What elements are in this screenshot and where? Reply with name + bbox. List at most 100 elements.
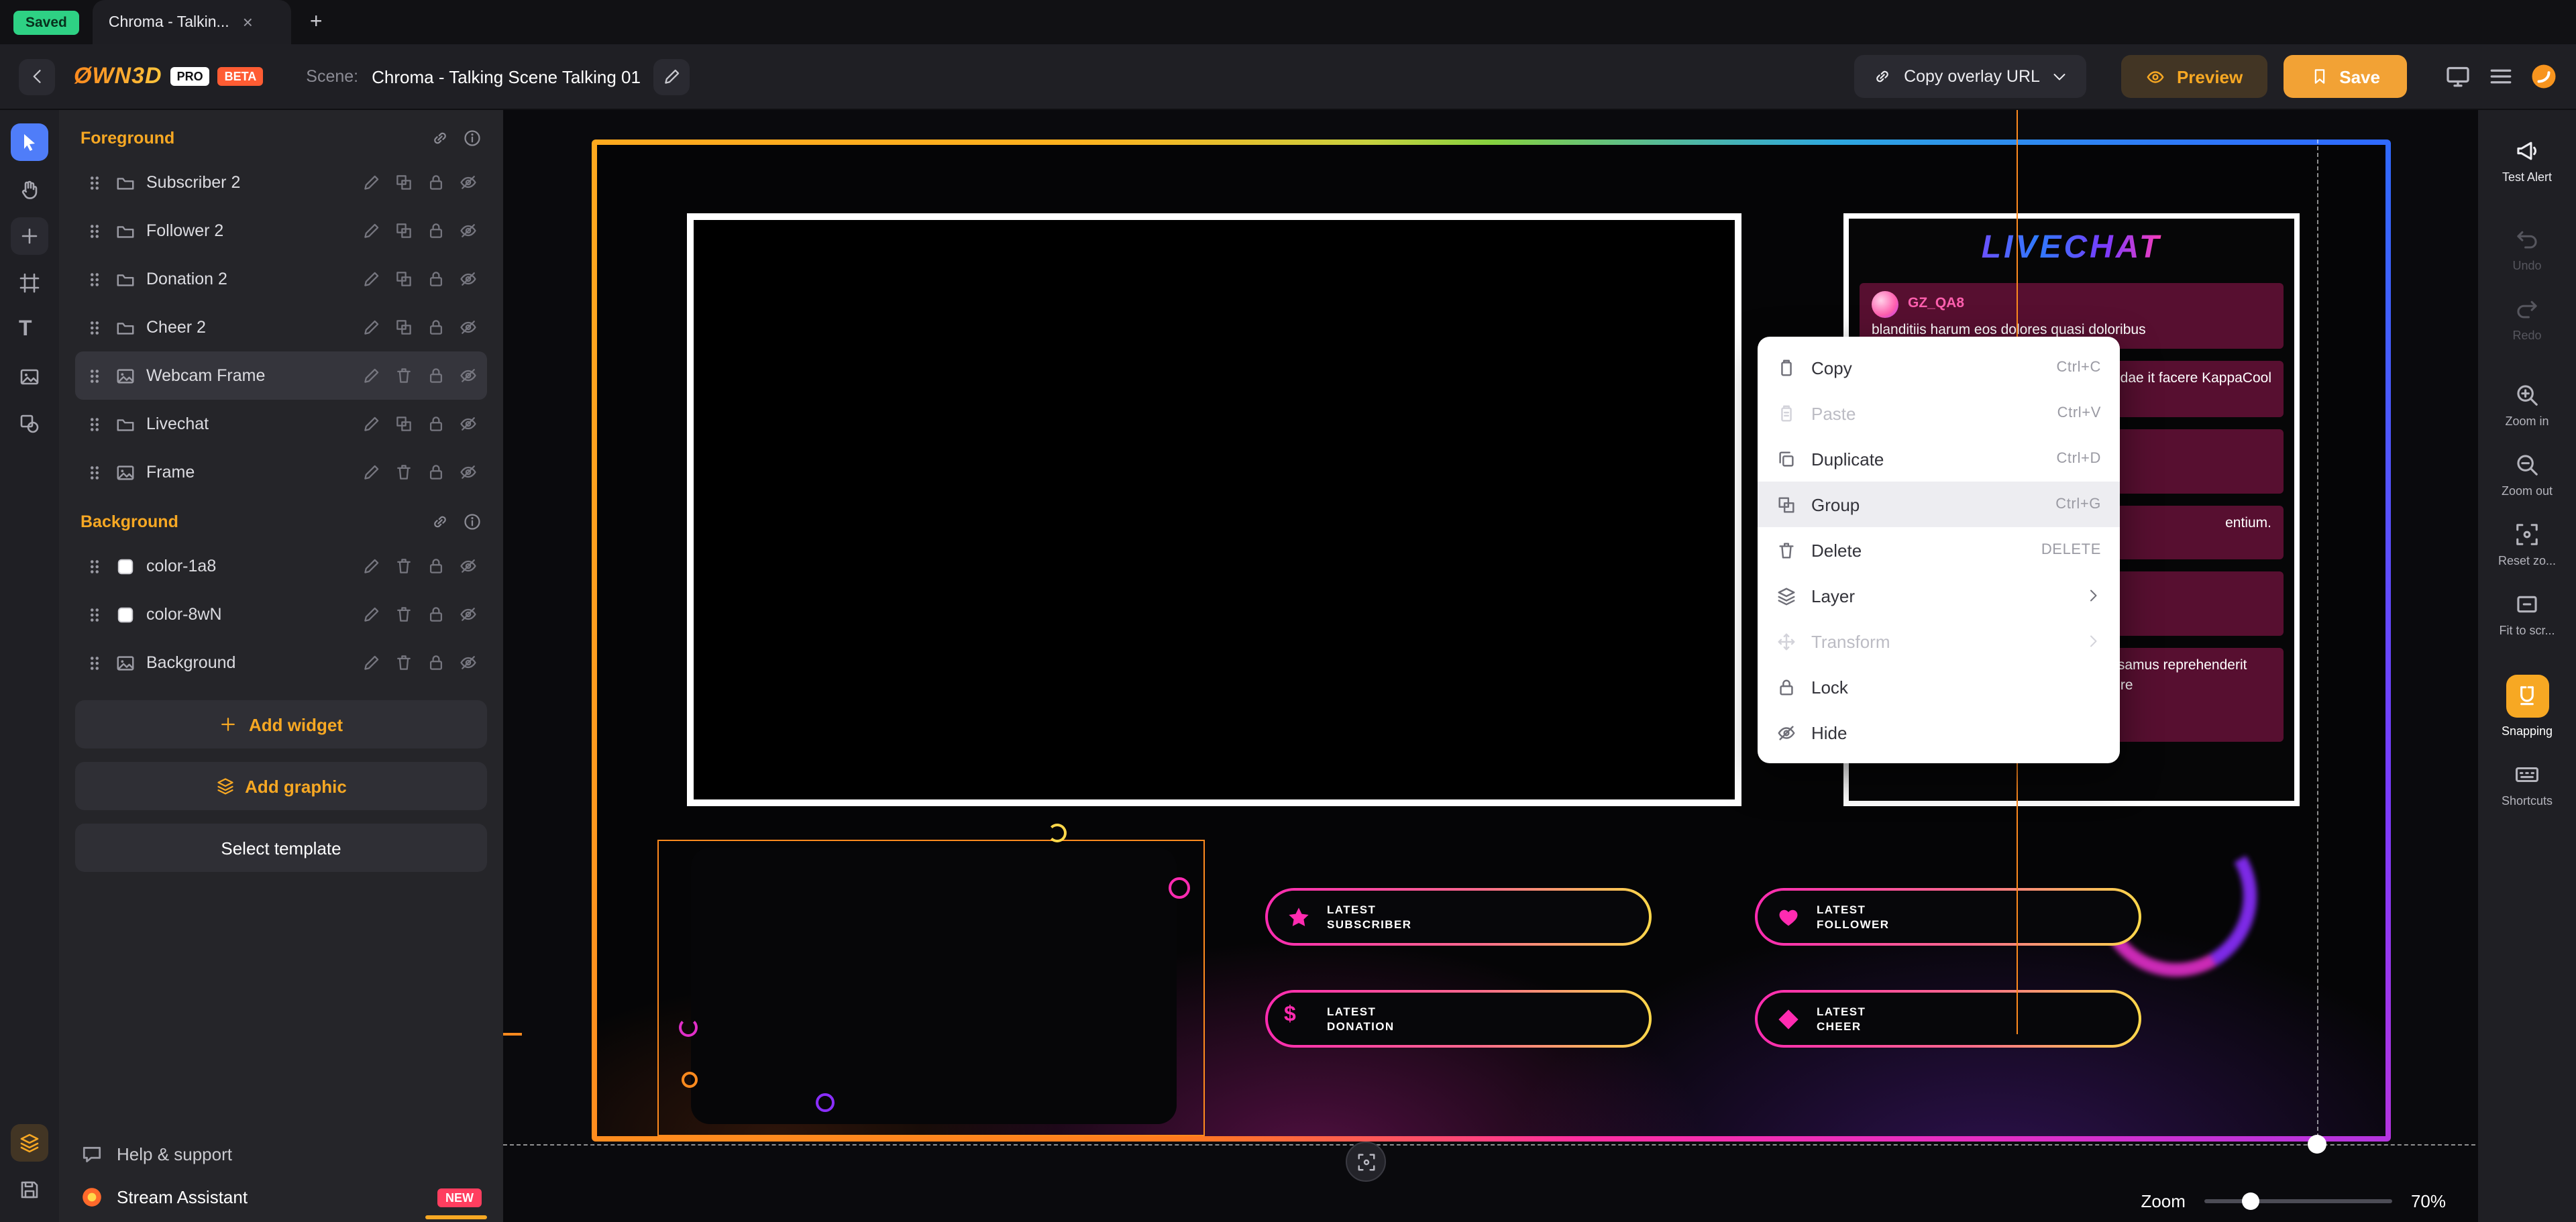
context-menu-item-layer[interactable]: Layer [1758, 573, 2120, 618]
selection-rect[interactable] [657, 840, 1205, 1136]
delete-layer-icon[interactable] [394, 557, 413, 575]
select-tool[interactable] [11, 123, 48, 161]
layer-row-color-8wn[interactable]: color-8wN [75, 590, 487, 638]
layer-row-webcam-frame[interactable]: Webcam Frame [75, 351, 487, 400]
widget-latest-follower[interactable]: LATESTFOLLOWER [1755, 888, 2141, 946]
stream-assistant-link[interactable]: Stream Assistant NEW [80, 1186, 482, 1209]
drag-handle-icon[interactable] [85, 366, 105, 386]
lock-layer-icon[interactable] [427, 605, 445, 624]
drag-handle-icon[interactable] [85, 462, 105, 482]
own3d-pro-logo-icon[interactable] [2530, 63, 2557, 90]
group-layer-icon[interactable] [394, 318, 413, 337]
layer-row-frame[interactable]: Frame [75, 448, 487, 496]
add-widget-button[interactable]: Add widget [75, 700, 487, 748]
layer-row-donation-2[interactable]: Donation 2 [75, 255, 487, 303]
text-tool[interactable]: T [11, 311, 48, 349]
lock-layer-icon[interactable] [427, 414, 445, 433]
drag-handle-icon[interactable] [85, 269, 105, 289]
back-button[interactable] [19, 58, 55, 95]
copy-overlay-url-button[interactable]: Copy overlay URL [1854, 55, 2087, 98]
drag-handle-icon[interactable] [85, 317, 105, 337]
save-local[interactable] [11, 1171, 48, 1209]
lock-layer-icon[interactable] [427, 463, 445, 482]
display-icon[interactable] [2445, 63, 2471, 90]
toggle-visibility-icon[interactable] [459, 653, 478, 672]
secondary-webcam-element[interactable] [691, 848, 1177, 1124]
toolbar-zoom-in[interactable]: Zoom in [2478, 370, 2576, 440]
group-layer-icon[interactable] [394, 414, 413, 433]
lock-layer-icon[interactable] [427, 221, 445, 240]
widget-latest-donation[interactable]: $ LATESTDONATION [1265, 990, 1652, 1048]
context-menu-item-lock[interactable]: Lock [1758, 664, 2120, 710]
toggle-visibility-icon[interactable] [459, 173, 478, 192]
edit-layer-icon[interactable] [362, 173, 381, 192]
lock-layer-icon[interactable] [427, 318, 445, 337]
toggle-visibility-icon[interactable] [459, 270, 478, 288]
edit-layer-icon[interactable] [362, 653, 381, 672]
drag-handle-icon[interactable] [85, 172, 105, 192]
layer-row-color-1a8[interactable]: color-1a8 [75, 542, 487, 590]
context-menu-item-copy[interactable]: Copy Ctrl+C [1758, 345, 2120, 390]
layer-row-follower-2[interactable]: Follower 2 [75, 207, 487, 255]
zoom-slider-knob[interactable] [2242, 1192, 2259, 1210]
context-menu-item-group[interactable]: Group Ctrl+G [1758, 482, 2120, 527]
hamburger-menu-icon[interactable] [2487, 63, 2514, 90]
lock-layer-icon[interactable] [427, 270, 445, 288]
drag-handle-icon[interactable] [85, 653, 105, 673]
layers-panel[interactable] [11, 1124, 48, 1162]
webcam-frame-element[interactable] [687, 213, 1741, 806]
edit-layer-icon[interactable] [362, 318, 381, 337]
drag-handle-icon[interactable] [85, 556, 105, 576]
widget-latest-cheer[interactable]: LATESTCHEER [1755, 990, 2141, 1048]
tab-close-icon[interactable]: × [243, 12, 253, 32]
layer-row-livechat[interactable]: Livechat [75, 400, 487, 448]
recenter-button[interactable] [1346, 1142, 1386, 1182]
image-tool[interactable] [11, 358, 48, 396]
layer-row-cheer-2[interactable]: Cheer 2 [75, 303, 487, 351]
layer-row-subscriber-2[interactable]: Subscriber 2 [75, 158, 487, 207]
add-tool[interactable] [11, 217, 48, 255]
toolbar-zoom-out[interactable]: Zoom out [2478, 440, 2576, 510]
toolbar-shortcuts[interactable]: Shortcuts [2478, 750, 2576, 820]
drag-handle-icon[interactable] [85, 414, 105, 434]
edit-layer-icon[interactable] [362, 414, 381, 433]
toggle-visibility-icon[interactable] [459, 557, 478, 575]
section-info-icon[interactable] [463, 512, 482, 531]
group-layer-icon[interactable] [394, 221, 413, 240]
edit-layer-icon[interactable] [362, 270, 381, 288]
edit-layer-icon[interactable] [362, 366, 381, 385]
new-tab-button[interactable]: + [310, 10, 323, 34]
edit-scene-button[interactable] [654, 58, 690, 95]
drag-handle-icon[interactable] [85, 604, 105, 624]
lock-layer-icon[interactable] [427, 653, 445, 672]
delete-layer-icon[interactable] [394, 653, 413, 672]
section-info-icon[interactable] [463, 129, 482, 148]
zoom-slider[interactable] [2204, 1199, 2392, 1203]
toolbar-fit-to-scr[interactable]: Fit to scr... [2478, 579, 2576, 649]
delete-layer-icon[interactable] [394, 366, 413, 385]
toolbar-snapping[interactable]: Snapping [2478, 663, 2576, 750]
edit-layer-icon[interactable] [362, 557, 381, 575]
toggle-visibility-icon[interactable] [459, 605, 478, 624]
pan-tool[interactable] [11, 170, 48, 208]
widget-latest-subscriber[interactable]: LATESTSUBSCRIBER [1265, 888, 1652, 946]
toggle-visibility-icon[interactable] [459, 221, 478, 240]
select-template-button[interactable]: Select template [75, 824, 487, 872]
edit-layer-icon[interactable] [362, 221, 381, 240]
context-menu-item-duplicate[interactable]: Duplicate Ctrl+D [1758, 436, 2120, 482]
section-link-icon[interactable] [431, 129, 449, 148]
shapes-tool[interactable] [11, 405, 48, 443]
toolbar-test-alert[interactable]: Test Alert [2478, 126, 2576, 196]
help-support-link[interactable]: Help & support [80, 1143, 482, 1166]
layer-row-background[interactable]: Background [75, 638, 487, 687]
toggle-visibility-icon[interactable] [459, 463, 478, 482]
delete-layer-icon[interactable] [394, 605, 413, 624]
group-layer-icon[interactable] [394, 173, 413, 192]
toggle-visibility-icon[interactable] [459, 318, 478, 337]
section-link-icon[interactable] [431, 512, 449, 531]
edit-layer-icon[interactable] [362, 463, 381, 482]
toggle-visibility-icon[interactable] [459, 414, 478, 433]
lock-layer-icon[interactable] [427, 173, 445, 192]
preview-button[interactable]: Preview [2122, 55, 2267, 98]
toggle-visibility-icon[interactable] [459, 366, 478, 385]
